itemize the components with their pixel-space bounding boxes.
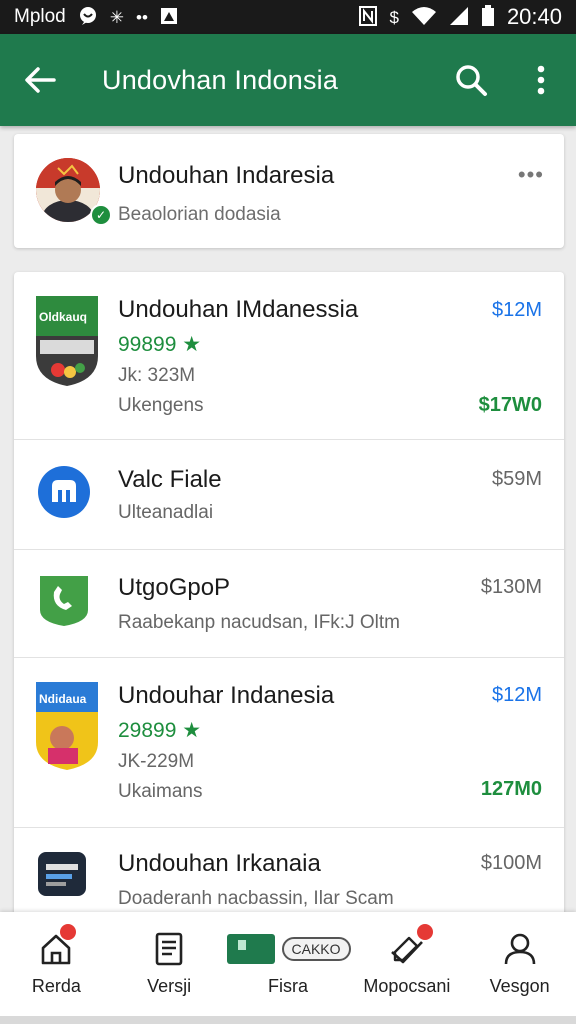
battery-icon [481,4,495,30]
item-subtitle: Raabekanp nacudsan, IFk:J Oltm [118,612,400,633]
wifi-icon [411,6,437,29]
nav-item-profile[interactable]: Vesgon [463,912,576,1016]
item-category: Ukaimans [118,781,203,802]
bottom-navigation: Rerda Versji CAKKO Fisra Mopocsani Vesgo… [0,912,576,1016]
app-list: Oldkauq Undouhan IMdanessia 99899 ★ Jk: … [14,272,564,922]
signal-icon [449,6,469,29]
item-price: $100M [480,852,542,874]
carrier-label: Mplod [14,6,66,27]
overflow-menu-button[interactable] [506,34,576,126]
item-title: UtgoGpoP [118,574,231,601]
item-price: $130M [480,576,542,598]
verified-badge-icon: ✓ [90,204,112,226]
item-subtitle: Ulteanadlai [118,502,214,523]
notification-badge [416,924,433,940]
item-price-secondary: $17W0 [478,394,542,416]
nfc-icon [359,5,378,29]
search-icon [456,65,487,96]
app-title: Undovhan Indonsia [102,64,339,95]
more-horiz-icon[interactable]: ••• [518,162,544,188]
profile-subtitle: Beaolorian dodasia [118,204,281,225]
search-button[interactable] [436,34,506,126]
item-meta: Jk: 323M [118,365,196,386]
clock: 20:40 [506,4,562,29]
item-title: Undouhan IMdanessia [118,296,359,323]
settings-burst-icon: ✳ [109,7,124,27]
dots-icon: •• [136,7,148,27]
ticket-pill: CAKKO [281,936,351,961]
item-price: $12M [491,299,542,321]
arrow-left-icon [25,67,56,93]
app-icon: Ndidaua [36,682,98,770]
nav-label: Mopocsani [363,975,451,996]
document-icon [155,932,183,965]
item-rating: 99899 ★ [118,333,202,356]
profile-name: Undouhan Indaresia [118,162,335,189]
nav-label: Fisra [268,975,308,996]
dollar-icon: $ [389,7,399,27]
list-item[interactable]: Undouhan Irkanaia Doaderanh nacbassin, I… [14,828,564,922]
back-button[interactable] [0,34,80,126]
nav-item-home[interactable]: Rerda [0,912,113,1016]
item-price: $59M [491,468,542,490]
item-price: $12M [491,684,542,706]
ticket-icon [226,933,275,964]
app-icon-caption: Ndidaua [39,692,87,706]
item-title: Undouhan Irkanaia [118,850,321,877]
more-vert-icon [537,65,545,95]
nav-label: Vesgon [489,975,550,996]
app-bar: Undovhan Indonsia [0,34,576,126]
app-icon: Oldkauq [36,296,98,386]
app-icon [36,572,92,628]
ticket-group: CAKKO [226,932,351,966]
item-title: Valc Fiale [118,466,222,493]
profile-card[interactable]: ✓ Undouhan Indaresia Beaolorian dodasia … [14,134,564,248]
nav-label: Versji [147,975,192,996]
list-item[interactable]: Oldkauq Undouhan IMdanessia 99899 ★ Jk: … [14,272,564,440]
system-gesture-area [0,1016,576,1024]
nav-item-messages[interactable]: Mopocsani [351,912,464,1016]
item-subtitle: Doaderanh nacbassin, Ilar Scam [118,888,394,909]
status-right: $ 20:40 [359,4,562,30]
list-item[interactable]: Valc Fiale Ulteanadlai $59M [14,440,564,550]
person-icon [504,933,535,964]
nav-item-tickets[interactable]: CAKKO Fisra [226,912,351,1016]
item-meta: JK-229M [118,751,195,772]
app-icon-caption: Oldkauq [39,310,88,324]
item-category: Ukengens [118,395,204,416]
item-price-secondary: 127M0 [480,778,542,800]
status-left: Mplod ✳ •• [14,6,178,29]
notification-badge [60,924,76,940]
list-item[interactable]: Ndidaua Undouhar Indanesia 29899 ★ JK-22… [14,658,564,828]
nav-item-versions[interactable]: Versji [113,912,226,1016]
image-icon [160,7,178,28]
list-item[interactable]: UtgoGpoP Raabekanp nacudsan, IFk:J Oltm … [14,550,564,658]
app-icon [36,464,92,520]
status-bar: Mplod ✳ •• $ 20:40 [0,0,576,34]
chat-bubble-icon [78,6,98,29]
item-rating: 29899 ★ [118,719,202,742]
nav-label: Rerda [31,975,81,996]
app-icon [36,850,88,898]
item-title: Undouhar Indanesia [118,682,335,709]
